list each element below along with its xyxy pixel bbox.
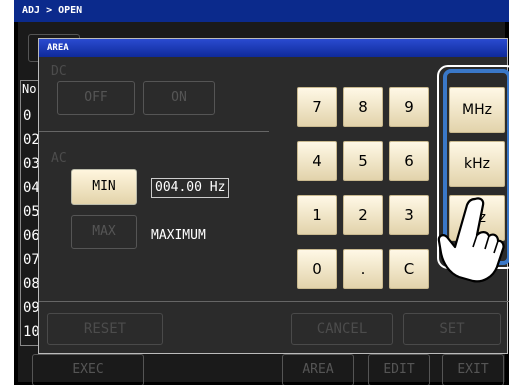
pointing-hand-icon bbox=[437, 197, 505, 283]
dc-label: DC bbox=[51, 64, 67, 79]
exec-button[interactable]: EXEC bbox=[32, 354, 144, 385]
reset-button[interactable]: RESET bbox=[47, 313, 163, 345]
edit-button[interactable]: EDIT bbox=[368, 354, 430, 385]
area-button[interactable]: AREA bbox=[282, 354, 354, 385]
divider-bottom bbox=[39, 301, 509, 302]
cancel-button[interactable]: CANCEL bbox=[291, 313, 393, 345]
max-value-text: MAXIMUM bbox=[151, 228, 206, 243]
keypad-key[interactable]: 9 bbox=[389, 87, 429, 127]
instrument-screen: ADJ > OPEN No 0 02 03 04 05 06 07 08 09 10 EXEC A… bbox=[14, 0, 509, 385]
dc-on-button[interactable]: ON bbox=[143, 81, 215, 115]
divider-top bbox=[39, 131, 269, 132]
bg-list-row: 0 bbox=[23, 108, 32, 124]
keypad-key[interactable]: 6 bbox=[389, 141, 429, 181]
ac-label: AC bbox=[51, 151, 67, 166]
area-dialog: AREA DC OFF ON AC MIN 004.00 Hz MAX MAXI… bbox=[38, 38, 509, 354]
keypad-key[interactable]: 7 bbox=[297, 87, 337, 127]
keypad-key[interactable]: 8 bbox=[343, 87, 383, 127]
keypad-key[interactable]: 2 bbox=[343, 195, 383, 235]
keypad-key[interactable]: C bbox=[389, 249, 429, 289]
min-button[interactable]: MIN bbox=[71, 169, 137, 205]
keypad-key[interactable]: 3 bbox=[389, 195, 429, 235]
keypad-key[interactable]: . bbox=[343, 249, 383, 289]
keypad-key[interactable]: 0 bbox=[297, 249, 337, 289]
dc-off-button[interactable]: OFF bbox=[57, 81, 135, 115]
dialog-title: AREA bbox=[39, 39, 507, 57]
max-button[interactable]: MAX bbox=[71, 215, 137, 249]
breadcrumb: ADJ > OPEN bbox=[14, 0, 509, 22]
min-value-field[interactable]: 004.00 Hz bbox=[151, 178, 230, 198]
keypad-key[interactable]: 4 bbox=[297, 141, 337, 181]
exit-button[interactable]: EXIT bbox=[442, 354, 504, 385]
keypad-key[interactable]: 1 bbox=[297, 195, 337, 235]
set-button[interactable]: SET bbox=[403, 313, 501, 345]
keypad-key[interactable]: 5 bbox=[343, 141, 383, 181]
